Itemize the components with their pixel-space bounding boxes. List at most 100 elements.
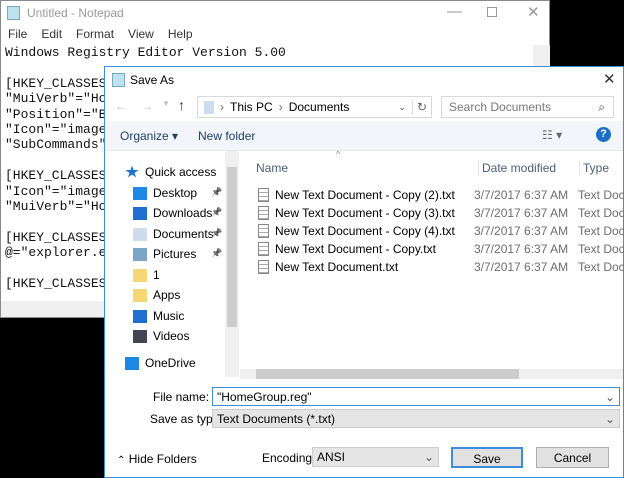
file-date: 3/7/2017 6:37 AM [474,206,569,220]
text-file-icon [258,260,269,274]
separator-icon: › [220,100,224,114]
pin-icon: 📌 [211,248,223,258]
refresh-icon[interactable]: ↻ [411,100,431,114]
encoding-value: ANSI [317,450,346,464]
maximize-button[interactable] [487,7,497,17]
up-icon[interactable]: ↑ [178,97,185,113]
file-name: New Text Document - Copy (3).txt [275,206,455,220]
text-file-icon [258,206,269,220]
help-icon[interactable]: ? [596,127,611,142]
file-type: Text Document [578,224,624,238]
chevron-down-icon[interactable]: ⌄ [605,390,615,404]
cancel-button[interactable]: Cancel [536,447,609,468]
close-icon[interactable]: ✕ [603,70,616,88]
file-row[interactable]: New Text Document - Copy (4).txt 3/7/2017… [258,222,624,240]
sidebar-item-desktop[interactable]: Desktop [133,184,197,202]
text-line: Windows Registry Editor Version 5.00 [5,45,286,60]
videos-icon [133,329,147,343]
menu-bar: File Edit Format View Help [1,27,200,45]
search-input[interactable]: Search Documents ⌕ [441,96,614,118]
file-type: Text Document [578,242,624,256]
chevron-up-icon: ⌃ [117,455,126,466]
file-row[interactable]: New Text Document - Copy (3).txt 3/7/2017… [258,204,624,222]
file-type: Text Document [578,206,624,220]
sort-icon: ^ [336,149,341,159]
pin-icon: 📌 [211,228,223,238]
menu-help[interactable]: Help [161,27,200,45]
documents-icon [204,100,214,114]
music-icon [133,309,147,323]
sidebar-item-1[interactable]: 1 [133,266,160,284]
sidebar-item-apps[interactable]: Apps [133,286,180,304]
save-type-select[interactable]: Text Documents (*.txt) ⌄ [212,409,620,428]
sidebar-item-label: Pictures [153,247,197,261]
file-name-input[interactable]: "HomeGroup.reg" ⌄ [212,387,620,406]
notepad-icon [112,73,125,87]
sidebar-item-quick-access[interactable]: Quick access [125,163,216,181]
close-button[interactable]: ✕ [527,3,540,21]
file-type: Text Document [578,260,624,274]
sidebar-item-label: 1 [153,268,160,282]
pictures-icon [133,247,147,261]
sidebar-item-label: Quick access [145,165,217,179]
new-folder-button[interactable]: New folder [198,129,255,143]
hide-folders-button[interactable]: ⌃ Hide Folders [117,452,197,466]
file-date: 3/7/2017 6:37 AM [474,242,569,256]
sidebar-item-downloads[interactable]: Downloads [133,204,212,222]
menu-view[interactable]: View [121,27,161,45]
notepad-title: Untitled - Notepad [27,6,124,20]
file-date: 3/7/2017 6:37 AM [474,224,569,238]
download-icon [133,206,147,220]
pin-icon: 📌 [211,207,223,217]
chevron-down-icon[interactable]: ▼ [162,99,170,108]
dialog-title: Save As [130,73,175,87]
column-type[interactable]: Type [579,161,609,175]
file-row[interactable]: New Text Document - Copy.txt 3/7/2017 6:3… [258,240,624,258]
sidebar-item-videos[interactable]: Videos [133,327,189,345]
file-row[interactable]: New Text Document.txt 3/7/2017 6:37 AM Tex… [258,258,624,276]
breadcrumb-documents[interactable]: Documents [289,100,350,114]
sidebar-item-label: Downloads [153,206,213,220]
text-file-icon [258,242,269,256]
search-icon: ⌕ [598,100,605,114]
save-type-value: Text Documents (*.txt) [217,412,336,426]
notepad-icon [7,6,20,20]
toolbar: Organize ▾ New folder ☷ ▾ ? [105,121,623,151]
chevron-down-icon[interactable]: ⌄ [398,102,406,113]
sidebar-item-documents[interactable]: Documents [133,225,214,243]
menu-file[interactable]: File [1,27,34,45]
breadcrumb-this-pc[interactable]: This PC [230,100,273,114]
forward-icon[interactable]: → [141,99,153,113]
file-date: 3/7/2017 6:37 AM [474,260,569,274]
file-list-scrollbar[interactable] [240,369,623,379]
column-name[interactable]: Name [256,161,288,175]
file-name: New Text Document - Copy (2).txt [275,188,455,202]
sidebar-scrollbar[interactable] [225,151,239,377]
address-bar[interactable]: › This PC › Documents ⌄ ↻ [197,96,432,118]
separator-icon: › [278,100,283,114]
sidebar-item-music[interactable]: Music [133,307,184,325]
notepad-titlebar: Untitled - Notepad — ✕ [1,1,549,25]
save-button[interactable]: Save [451,447,523,468]
minimize-button[interactable]: — [447,3,462,20]
encoding-label: Encoding: [262,451,316,465]
file-list: ^ Name Date modified Type New Text Docum… [240,149,624,377]
menu-format[interactable]: Format [69,27,121,45]
column-date-modified[interactable]: Date modified [478,161,556,175]
file-name: New Text Document - Copy.txt [275,242,436,256]
sidebar-item-pictures[interactable]: Pictures [133,245,196,263]
encoding-select[interactable]: ANSI ⌄ [312,447,439,467]
menu-edit[interactable]: Edit [34,27,69,45]
organize-button[interactable]: Organize ▾ [120,129,178,143]
sidebar-item-onedrive[interactable]: OneDrive [125,354,196,372]
back-icon[interactable]: ← [115,99,127,113]
file-row[interactable]: New Text Document - Copy (2).txt 3/7/2017… [258,186,624,204]
file-name: New Text Document.txt [275,260,399,274]
documents-icon [133,227,147,241]
cloud-icon [125,356,139,370]
search-placeholder: Search Documents [449,100,552,114]
file-date: 3/7/2017 6:37 AM [474,188,569,202]
sidebar-item-label: Apps [153,288,181,302]
view-options-icon[interactable]: ☷ ▾ [542,128,562,142]
chevron-down-icon: ⌄ [423,450,434,464]
